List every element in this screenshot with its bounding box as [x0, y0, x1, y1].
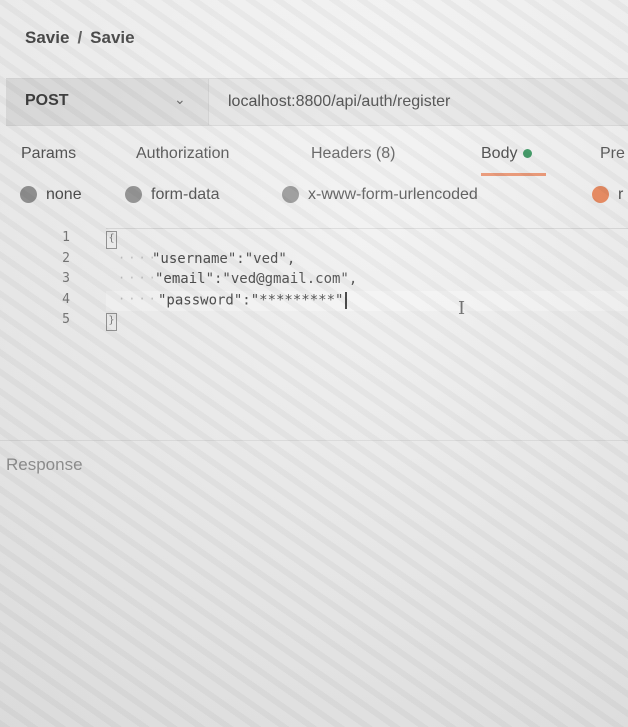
request-bar: POST ⌄ localhost:8800/api/auth/register: [6, 78, 628, 126]
breadcrumb-request[interactable]: Savie: [90, 28, 134, 47]
tab-headers[interactable]: Headers (8): [311, 145, 395, 163]
text-cursor: [345, 292, 348, 309]
line-number: 5: [62, 312, 70, 327]
radio-form-data[interactable]: form-data: [125, 186, 219, 204]
breadcrumb: Savie / Savie: [25, 28, 135, 48]
body-status-dot-icon: [523, 149, 533, 159]
fold-close-brace-icon[interactable]: }: [106, 313, 117, 331]
radio-raw[interactable]: r: [592, 186, 623, 204]
tab-authorization[interactable]: Authorization: [136, 145, 229, 163]
radio-circle-icon: [592, 186, 609, 204]
tab-pre-request[interactable]: Pre: [600, 145, 625, 163]
response-divider[interactable]: [0, 440, 628, 441]
code-text: "password":"*********": [158, 292, 344, 309]
line-number: 1: [62, 230, 70, 245]
fold-open-brace-icon[interactable]: {: [106, 231, 117, 249]
response-title: Response: [6, 455, 83, 474]
chevron-down-icon: ⌄: [174, 91, 186, 107]
indent-guide: ····: [118, 271, 159, 285]
editor-line: 3 ···· "email":"ved@gmail.com",: [6, 271, 628, 291]
line-number: 2: [62, 251, 70, 266]
request-tabs: Params Authorization Headers (8) Body Pr…: [21, 145, 628, 179]
radio-circle-icon: [20, 186, 37, 204]
radio-urlencoded[interactable]: x-www-form-urlencoded: [282, 186, 478, 204]
code-line-password: "password":"*********": [158, 292, 348, 309]
radio-urlencoded-label: x-www-form-urlencoded: [308, 186, 478, 203]
line-number: 4: [62, 292, 70, 307]
editor-line: 5 }: [6, 312, 628, 332]
body-type-options: none form-data x-www-form-urlencoded r: [20, 186, 628, 210]
tab-params[interactable]: Params: [21, 145, 76, 163]
code-text: "username":"ved",: [152, 251, 296, 267]
indent-guide: ····: [118, 292, 159, 306]
editor-line: 4 ···· "password":"*********": [6, 292, 628, 312]
breadcrumb-separator: /: [77, 28, 83, 47]
method-label: POST: [25, 92, 69, 109]
radio-circle-icon: [282, 186, 299, 204]
postman-screen: Savie / Savie POST ⌄ localhost:8800/api/au…: [0, 0, 628, 727]
tab-body[interactable]: Body: [481, 145, 548, 176]
breadcrumb-collection[interactable]: Savie: [25, 28, 69, 47]
editor-line: 1 {: [6, 230, 628, 250]
line-number: 3: [62, 271, 70, 286]
editor-line: 2 ···· "username":"ved",: [6, 251, 628, 271]
radio-none[interactable]: none: [20, 186, 82, 204]
radio-none-label: none: [46, 186, 82, 203]
tab-body-label: Body: [481, 145, 518, 162]
body-editor[interactable]: 1 { 2 ···· "username":"ved", 3 ···· "ema…: [6, 228, 628, 338]
code-text: "email":"ved@gmail.com",: [155, 271, 358, 287]
radio-circle-icon: [125, 186, 142, 204]
editor-divider: [106, 228, 628, 229]
radio-form-data-label: form-data: [151, 186, 220, 203]
url-input[interactable]: localhost:8800/api/auth/register: [228, 93, 450, 111]
radio-raw-label: r: [618, 186, 624, 203]
method-select[interactable]: POST ⌄: [6, 79, 209, 125]
